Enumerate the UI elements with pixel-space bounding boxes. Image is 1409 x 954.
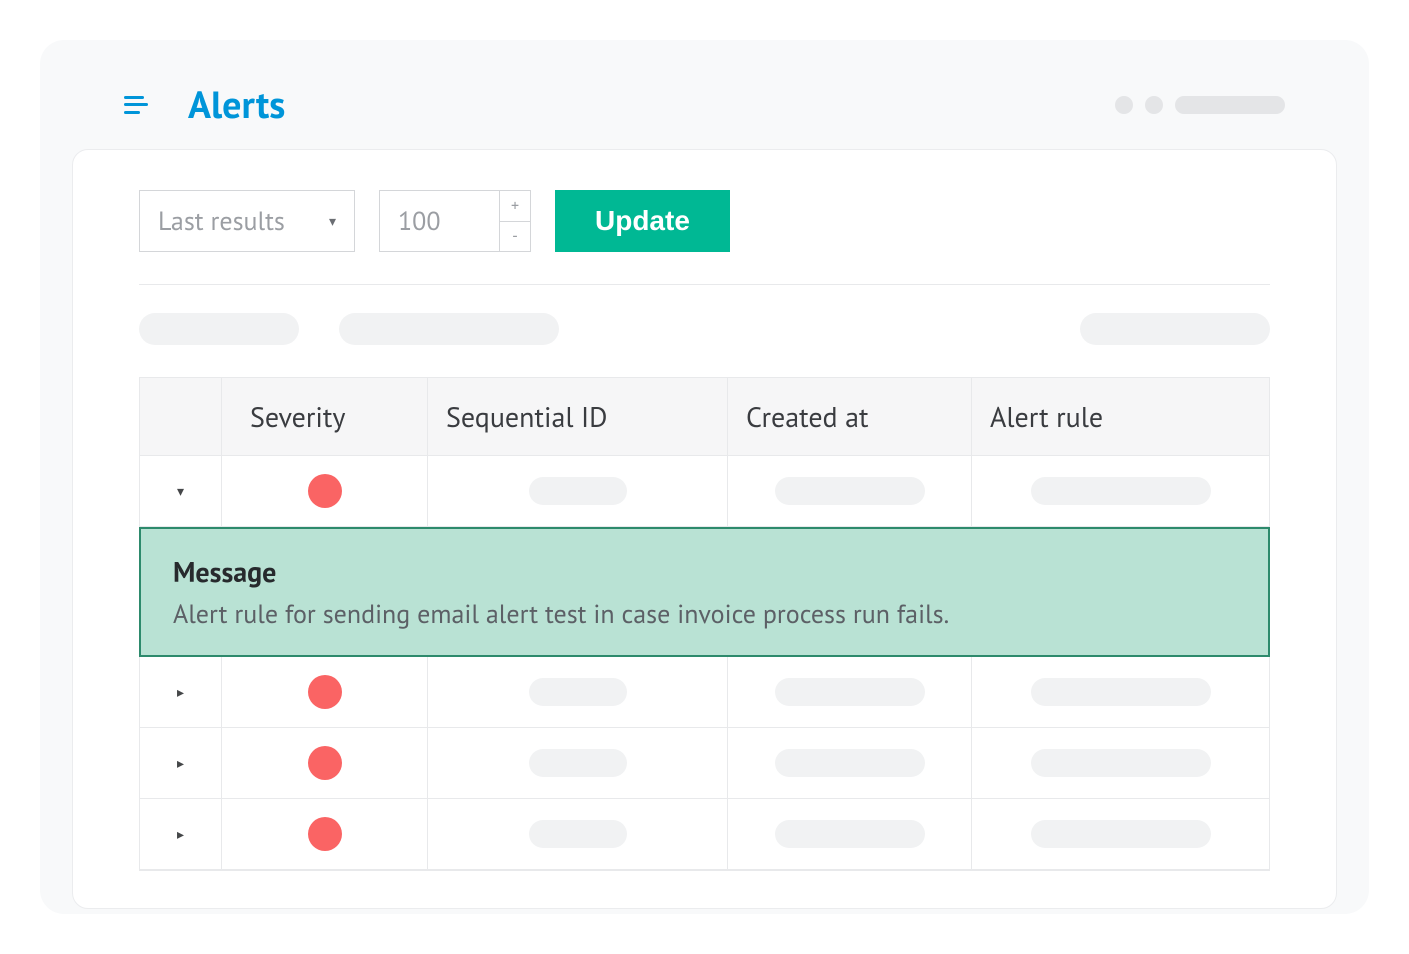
severity-cell [222,799,428,869]
placeholder-pill [1080,313,1270,345]
placeholder-pill [775,678,925,706]
update-button[interactable]: Update [555,190,730,252]
severity-indicator [308,817,342,851]
results-count-input: 100 + - [379,190,531,252]
severity-cell [222,728,428,798]
alert-rule-cell [972,728,1269,798]
expand-toggle[interactable]: ▾ [140,456,222,526]
placeholder-pill [139,313,299,345]
alerts-table: Severity Sequential ID Created at Alert … [139,377,1270,871]
app-window: Alerts Last results ▾ 100 + - Update [40,40,1369,914]
placeholder-pill [1031,820,1211,848]
placeholder-pill [529,749,627,777]
created-at-cell [728,657,972,727]
table-header-alert-rule: Alert rule [972,378,1269,455]
header-placeholder-dot [1145,96,1163,114]
table-header-created-at: Created at [728,378,972,455]
caret-right-icon: ▸ [177,683,184,701]
severity-indicator [308,474,342,508]
expand-toggle[interactable]: ▸ [140,657,222,727]
menu-icon[interactable] [124,96,148,114]
placeholder-pill [339,313,559,345]
detail-message: Alert rule for sending email alert test … [173,598,1236,631]
placeholder-pill [775,820,925,848]
header-left: Alerts [124,80,285,129]
placeholder-pill [529,678,627,706]
table-header-sequential-id: Sequential ID [428,378,728,455]
count-spinner: + - [499,190,531,252]
severity-indicator [308,746,342,780]
sequential-id-cell [428,456,728,526]
toolbar-placeholder-row [73,313,1336,377]
severity-indicator [308,675,342,709]
sequential-id-cell [428,799,728,869]
results-dropdown[interactable]: Last results ▾ [139,190,355,252]
detail-title: Message [173,553,1236,590]
placeholder-pill [1031,477,1211,505]
placeholder-pill [775,749,925,777]
alert-rule-cell [972,456,1269,526]
table-row: ▸ [140,657,1269,728]
page-title: Alerts [188,80,285,129]
created-at-cell [728,456,972,526]
placeholder-pill [1031,678,1211,706]
created-at-cell [728,728,972,798]
increment-button[interactable]: + [499,190,531,221]
table-header-severity: Severity [222,378,428,455]
divider [139,284,1270,285]
sequential-id-cell [428,657,728,727]
placeholder-pill [529,477,627,505]
header-placeholder-pill [1175,96,1285,114]
header: Alerts [40,40,1369,149]
content-card: Last results ▾ 100 + - Update Severity [72,149,1337,909]
row-detail-panel: Message Alert rule for sending email ale… [139,527,1270,657]
table-row: ▸ [140,728,1269,799]
caret-right-icon: ▸ [177,754,184,772]
expand-toggle[interactable]: ▸ [140,799,222,869]
results-count-value[interactable]: 100 [379,190,499,252]
table-header-expand [140,378,222,455]
expand-toggle[interactable]: ▸ [140,728,222,798]
alert-rule-cell [972,799,1269,869]
placeholder-pill [1031,749,1211,777]
table-header-row: Severity Sequential ID Created at Alert … [140,378,1269,456]
header-actions [1115,96,1285,114]
alert-rule-cell [972,657,1269,727]
results-dropdown-label: Last results [158,205,285,238]
severity-cell [222,657,428,727]
decrement-button[interactable]: - [499,221,531,253]
table-row: ▸ [140,799,1269,870]
filter-bar: Last results ▾ 100 + - Update [73,190,1336,284]
table-row: ▾ [140,456,1269,527]
header-placeholder-dot [1115,96,1133,114]
sequential-id-cell [428,728,728,798]
caret-right-icon: ▸ [177,825,184,843]
placeholder-pill [529,820,627,848]
chevron-down-icon: ▾ [329,212,336,230]
caret-down-icon: ▾ [177,482,184,500]
created-at-cell [728,799,972,869]
severity-cell [222,456,428,526]
placeholder-pill [775,477,925,505]
